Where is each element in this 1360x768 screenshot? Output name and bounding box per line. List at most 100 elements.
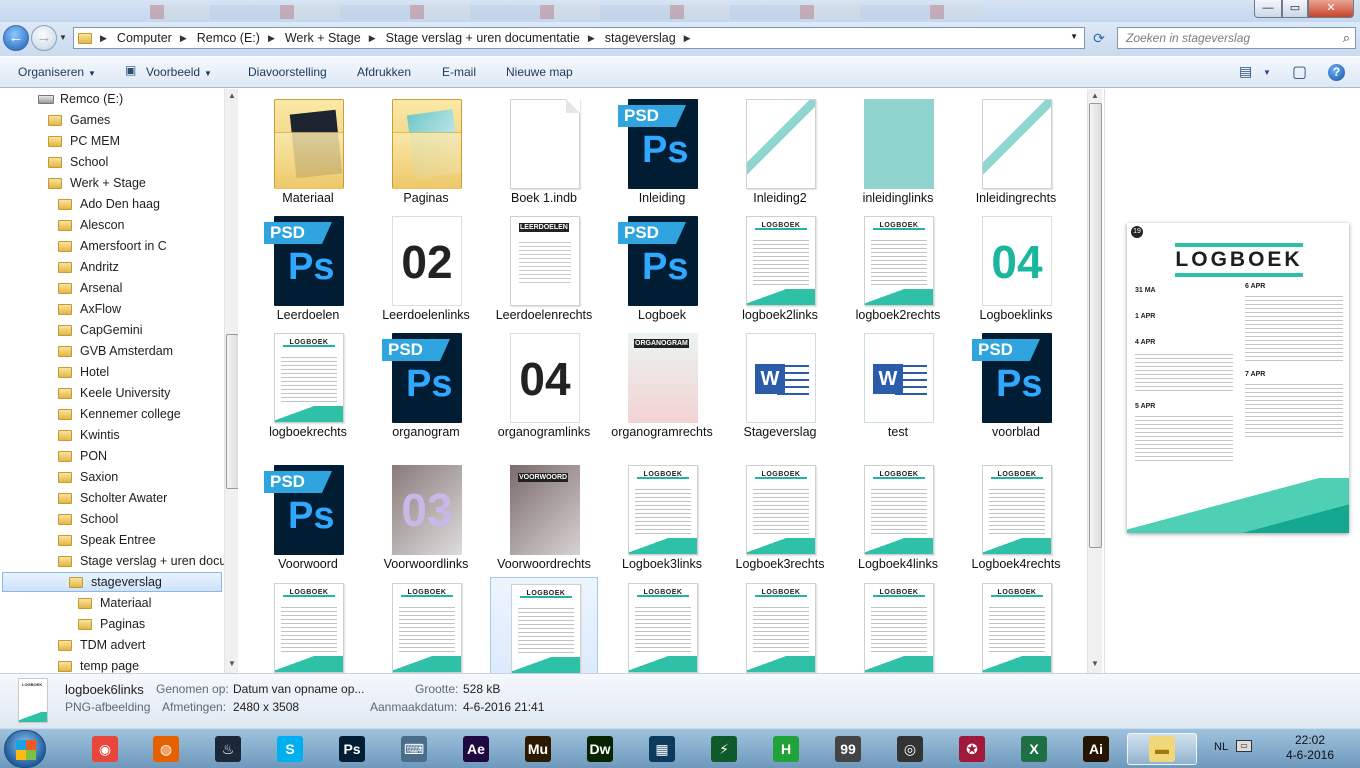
file-item[interactable]: ORGANOGRAM organogramrechts [608,327,716,443]
file-item[interactable]: 04 organogramlinks [490,327,598,443]
tree-item[interactable]: Paginas [78,614,145,634]
tree-item[interactable]: Andritz [58,257,119,277]
sidebar-scroll-thumb[interactable] [226,334,238,489]
tree-item[interactable]: Speak Entree [58,530,156,550]
file-item[interactable]: LOGBOEK [490,577,598,673]
breadcrumb-stage[interactable]: Stage verslag + uren documentatie [386,31,580,45]
maximize-button[interactable]: ▭ [1282,0,1308,18]
tree-drive[interactable]: Remco (E:) [38,89,123,109]
scroll-up-icon[interactable]: ▲ [228,91,236,100]
taskbar-muse-icon[interactable]: Mu [513,733,563,765]
file-item[interactable]: PSD Ps voorblad [962,327,1070,443]
preview-pane-icon[interactable]: ▢ [1292,62,1307,82]
tree-item[interactable]: PON [58,446,107,466]
breadcrumb-werk[interactable]: Werk + Stage [285,31,361,45]
tree-item[interactable]: Kwintis [58,425,120,445]
file-item[interactable]: 03 Voorwoordlinks [372,459,480,575]
taskbar-steam-icon[interactable]: ♨ [203,733,253,765]
tree-item[interactable]: Saxion [58,467,118,487]
tree-item[interactable]: Kennemer college [58,404,181,424]
refresh-icon[interactable]: ⟳ [1089,30,1109,48]
tree-item[interactable]: GVB Amsterdam [58,341,173,361]
address-bar[interactable]: ▶ Computer ▶ Remco (E:) ▶ Werk + Stage ▶… [73,27,1085,49]
search-icon[interactable]: ⌕ [1343,30,1350,46]
file-item[interactable]: PSD Ps Logboek [608,210,716,326]
file-item[interactable]: 02 Leerdoelenlinks [372,210,480,326]
breadcrumb-stageverslag[interactable]: stageverslag [605,31,676,45]
file-item[interactable]: LOGBOEK [372,577,480,673]
view-dropdown-icon[interactable]: ▼ [1263,68,1271,77]
taskbar-photoshop-icon[interactable]: Ps [327,733,377,765]
file-item[interactable]: LOGBOEK [844,577,952,673]
forward-button[interactable]: → [31,25,57,51]
file-item[interactable]: LOGBOEK logboek2rechts [844,210,952,326]
close-button[interactable]: ✕ [1308,0,1354,18]
file-item[interactable]: PSD Ps Inleiding [608,93,716,209]
print-button[interactable]: Afdrukken [357,65,411,79]
file-item[interactable]: LOGBOEK Logboek4rechts [962,459,1070,575]
file-item[interactable]: PSD Ps Voorwoord [254,459,362,575]
tree-item[interactable]: Stage verslag + uren docur [58,551,230,571]
history-dropdown-icon[interactable]: ▼ [59,33,67,42]
scroll-up-icon[interactable]: ▲ [1091,91,1099,100]
content-scroll-thumb[interactable] [1089,103,1102,548]
breadcrumb-drive[interactable]: Remco (E:) [197,31,260,45]
file-item[interactable]: VOORWOORD Voorwoordrechts [490,459,598,575]
taskbar-dreamweaver-icon[interactable]: Dw [575,733,625,765]
tree-item[interactable]: Hotel [58,362,109,382]
file-item[interactable]: LOGBOEK [608,577,716,673]
file-item[interactable]: Inleiding2 [726,93,834,209]
details-taken-value[interactable]: Datum van opname op... [233,682,364,696]
taskbar-app-red-icon[interactable]: ✪ [947,733,997,765]
language-indicator[interactable]: NL [1214,741,1228,753]
taskbar-explorer-icon[interactable]: ▬ [1127,733,1197,765]
taskbar-hotspot-icon[interactable]: H [761,733,811,765]
tree-item[interactable]: Materiaal [78,593,151,613]
file-item[interactable]: LOGBOEK [254,577,362,673]
tree-item[interactable]: TDM advert [58,635,145,655]
minimize-button[interactable]: — [1254,0,1282,18]
taskbar-after-effects-icon[interactable]: Ae [451,733,501,765]
view-options-icon[interactable]: ▤ [1239,63,1252,80]
tree-item[interactable]: CapGemini [58,320,143,340]
tree-item[interactable]: Scholter Awater [58,488,167,508]
file-item[interactable]: Boek 1.indb [490,93,598,209]
file-item[interactable]: Wtest [844,327,952,443]
tree-item[interactable]: Werk + Stage [48,173,146,193]
tree-item[interactable]: temp page [58,656,139,673]
taskbar-illustrator-icon[interactable]: Ai [1071,733,1121,765]
taskbar-excel-icon[interactable]: X [1009,733,1059,765]
tree-item[interactable]: Games [48,110,110,130]
scroll-down-icon[interactable]: ▼ [228,659,236,668]
tree-item[interactable]: stageverslag [2,572,222,592]
slideshow-button[interactable]: Diavoorstelling [248,65,327,79]
email-button[interactable]: E-mail [442,65,476,79]
back-button[interactable]: ← [3,25,29,51]
file-item[interactable]: LOGBOEK Logboek3rechts [726,459,834,575]
taskbar-app-99-icon[interactable]: 99 [823,733,873,765]
scroll-down-icon[interactable]: ▼ [1091,659,1099,668]
file-item[interactable]: LEERDOELEN Leerdoelenrechts [490,210,598,326]
tree-item[interactable]: PC MEM [48,131,120,151]
tree-item[interactable]: Amersfoort in C [58,236,167,256]
battery-icon[interactable]: ▭ [1236,740,1252,752]
tree-item[interactable]: AxFlow [58,299,121,319]
taskbar-keyboard-icon[interactable]: ⌨ [389,733,439,765]
taskbar-app-green-icon[interactable]: ⚡ [699,733,749,765]
taskbar-app-circle-icon[interactable]: ◎ [885,733,935,765]
file-item[interactable]: 04 Logboeklinks [962,210,1070,326]
start-button[interactable] [4,730,46,768]
preview-button[interactable]: Voorbeeld ▼ [146,65,212,79]
tree-item[interactable]: School [48,152,108,172]
file-item[interactable]: LOGBOEK Logboek3links [608,459,716,575]
file-item[interactable]: Inleidingrechts [962,93,1070,209]
organize-button[interactable]: Organiseren ▼ [18,65,96,79]
tree-item[interactable]: School [58,509,118,529]
tree-item[interactable]: Keele University [58,383,170,403]
file-item[interactable]: LOGBOEK Logboek4links [844,459,952,575]
clock[interactable]: 22:02 4-6-2016 [1280,733,1340,763]
file-item[interactable]: Materiaal [254,93,362,209]
taskbar-firefox-icon[interactable]: ◍ [141,733,191,765]
content-scrollbar[interactable]: ▲ ▼ [1087,89,1102,673]
sidebar-scrollbar[interactable]: ▲ ▼ [224,89,238,673]
